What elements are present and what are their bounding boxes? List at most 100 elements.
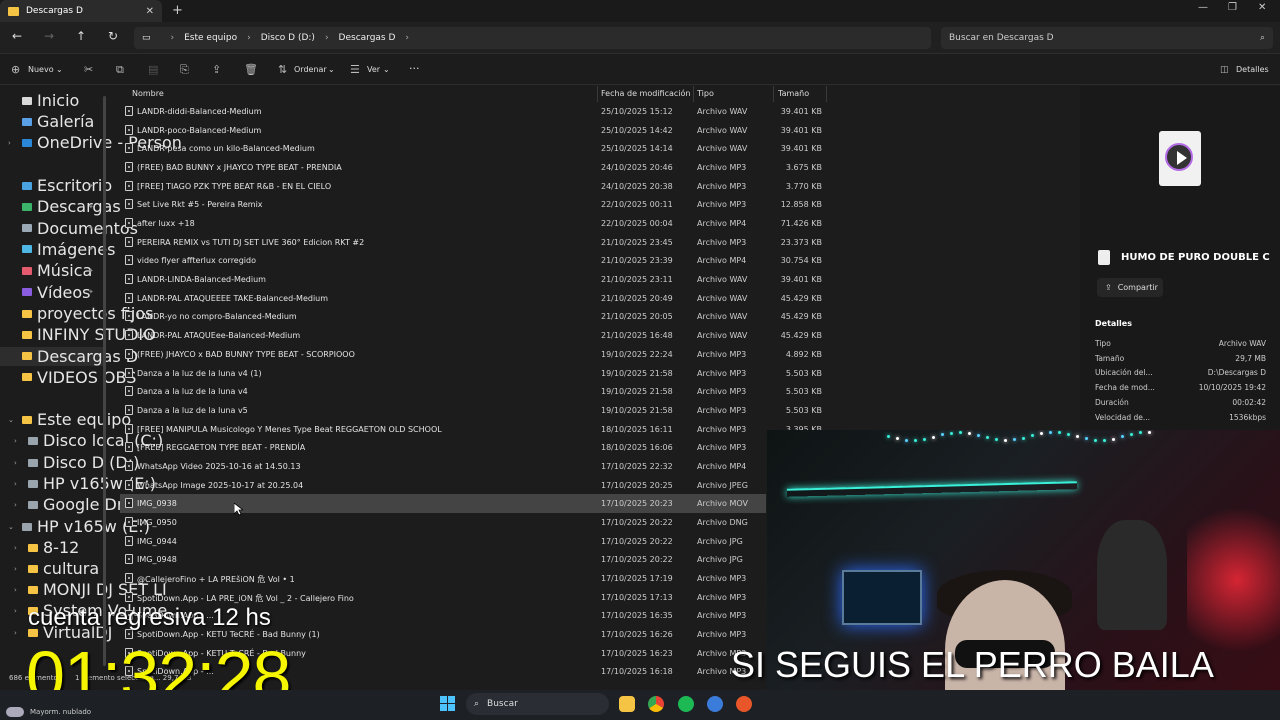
file-row[interactable]: LANDR-pesa como un kilo-Balanced-Medium 2… [120, 139, 822, 158]
cut-icon[interactable]: ✂ [84, 63, 93, 76]
file-row[interactable]: [FREE] MANIPULA Musicologo Y Menes Type … [120, 420, 822, 439]
more-options-icon[interactable]: ··· [409, 62, 420, 75]
column-type[interactable]: Tipo [697, 89, 714, 98]
breadcrumb-disco-d[interactable]: Disco D (D:) [261, 33, 315, 43]
close-tab-icon[interactable]: ✕ [146, 6, 154, 17]
sidebar-item[interactable]: Documentos ✦ [0, 219, 138, 238]
chevron-right-icon[interactable]: › [14, 565, 17, 573]
chevron-down-icon[interactable]: ⌄ [328, 65, 335, 74]
sort-button[interactable]: Ordenar [294, 65, 327, 74]
sidebar-scrollbar[interactable] [103, 96, 106, 666]
weather-widget[interactable]: Mayorm. nublado [6, 693, 91, 717]
file-row[interactable]: PEREIRA REMIX vs TUTI DJ SET LIVE 360° E… [120, 233, 822, 252]
pin-icon[interactable]: ✦ [88, 245, 94, 253]
new-button[interactable]: Nuevo [28, 65, 54, 74]
sidebar-item[interactable]: Escritorio ✦ [0, 176, 112, 195]
delete-icon[interactable]: 🗑 [244, 63, 258, 76]
sidebar-item[interactable]: Descargas ✦ [0, 197, 121, 216]
pin-icon[interactable]: ✦ [88, 182, 94, 190]
pin-icon[interactable]: ✦ [88, 203, 94, 211]
address-bar[interactable]: ▭ › Este equipo › Disco D (D:) › Descarg… [134, 27, 931, 49]
file-row[interactable]: IMG_0948 17/10/2025 20:22 Archivo JPG [120, 550, 766, 569]
sidebar-item[interactable]: Inicio [0, 91, 106, 110]
sidebar-item[interactable]: proyectos fijos [0, 304, 153, 323]
chevron-down-icon[interactable]: ⌄ [383, 65, 390, 74]
sidebar-item[interactable]: Descargas D [0, 346, 138, 366]
file-row[interactable]: @CallejeroFino + LA PREšiON 危 Vol • 1 17/… [120, 569, 766, 588]
refresh-icon[interactable]: ↻ [104, 29, 122, 43]
chevron-right-icon[interactable]: › [14, 480, 17, 488]
sidebar-item[interactable]: › OneDrive - Person [0, 133, 182, 152]
chevron-right-icon[interactable]: › [14, 437, 17, 445]
breadcrumb-este-equipo[interactable]: Este equipo [184, 33, 237, 43]
spotify-icon[interactable] [678, 696, 694, 712]
sidebar-item[interactable]: VIDEOS OBS [0, 368, 136, 387]
chevron-down-icon[interactable]: ⌄ [8, 523, 14, 531]
file-row[interactable]: LANDR-PAL ATAQUEee-Balanced-Medium 21/10/… [120, 326, 822, 345]
chevron-right-icon[interactable]: › [14, 607, 17, 615]
column-divider[interactable] [597, 86, 598, 102]
minimize-icon[interactable]: — [1198, 2, 1208, 13]
sidebar-item[interactable]: Galería [0, 112, 106, 131]
file-row[interactable]: Danza a la luz de la luna v5 19/10/2025 2… [120, 401, 822, 420]
search-input[interactable]: Buscar en Descargas D ⌕ [941, 27, 1273, 49]
rename-icon[interactable]: ⎘ [180, 63, 189, 77]
maximize-icon[interactable]: ❐ [1228, 2, 1237, 13]
chevron-right-icon[interactable]: › [14, 459, 17, 467]
tab-descargas[interactable]: Descargas D ✕ [0, 0, 162, 22]
file-row[interactable]: Danza a la luz de la luna v4 19/10/2025 2… [120, 382, 822, 401]
sidebar-item[interactable]: › Google Drive (G [0, 495, 171, 514]
column-name[interactable]: Nombre [132, 89, 164, 98]
column-divider[interactable] [773, 86, 774, 102]
sidebar-item[interactable]: › cultura [0, 559, 106, 578]
file-explorer-icon[interactable] [619, 696, 635, 712]
chevron-right-icon[interactable]: › [14, 586, 17, 594]
share-icon[interactable]: ⇪ [212, 63, 221, 76]
column-size[interactable]: Tamaño [778, 89, 809, 98]
file-row[interactable]: IMG_0938 17/10/2025 20:23 Archivo MOV [120, 494, 766, 514]
chevron-right-icon[interactable]: › [8, 139, 11, 147]
details-button[interactable]: Detalles [1236, 65, 1269, 74]
chevron-down-icon[interactable]: ⌄ [56, 65, 63, 74]
file-row[interactable]: [FREE] REGGAETON TYPE BEAT - PRENDÍA 18/1… [120, 438, 766, 457]
sidebar-item[interactable]: ⌄ Este equipo [0, 410, 131, 429]
pin-icon[interactable]: ✦ [88, 224, 94, 232]
file-row[interactable]: WhatsApp Image 2025-10-17 at 20.25.04 17/… [120, 476, 766, 495]
sidebar-item[interactable]: › Disco local (C:) [0, 431, 163, 450]
chevron-right-icon[interactable]: › [14, 629, 17, 637]
forward-icon[interactable]: → [40, 29, 58, 43]
new-tab-button[interactable]: + [172, 3, 183, 18]
file-row[interactable]: (FREE) JHAYCO x BAD BUNNY TYPE BEAT - SC… [120, 345, 822, 364]
sidebar-item[interactable]: › HP v165w (E:) [0, 474, 156, 493]
up-icon[interactable]: ↑ [72, 29, 90, 43]
file-row[interactable]: LANDR-LINDA-Balanced-Medium 21/10/2025 23… [120, 270, 822, 289]
file-row[interactable]: [FREE] TIAGO PZK TYPE BEAT R&B - EN EL C… [120, 177, 822, 196]
file-row[interactable]: LANDR-PAL ATAQUEEEE TAKE-Balanced-Medium… [120, 289, 822, 308]
file-row[interactable]: LANDR-yo no compro-Balanced-Medium 21/10/… [120, 307, 822, 326]
chevron-down-icon[interactable]: ⌄ [8, 416, 14, 424]
breadcrumb-descargas-d[interactable]: Descargas D [339, 33, 396, 43]
file-row[interactable]: after luxx +18 22/10/2025 00:04 Archivo MP… [120, 214, 822, 233]
column-divider[interactable] [693, 86, 694, 102]
file-row[interactable]: Set Live Rkt #5 - Pereira Remix 22/10/202… [120, 195, 822, 214]
windows-start-icon[interactable] [440, 696, 456, 712]
file-row[interactable]: WhatsApp Video 2025-10-16 at 14.50.13 17/… [120, 457, 766, 476]
sidebar-item[interactable]: ›MONJI DJ SET LI [0, 580, 167, 599]
column-date[interactable]: Fecha de modificación [601, 89, 690, 98]
taskbar-search[interactable]: ⌕ Buscar [466, 693, 609, 715]
app-icon[interactable] [736, 696, 752, 712]
sidebar-item[interactable]: INFINY STUDIO [0, 325, 156, 344]
sidebar-item[interactable]: Música ✦ [0, 261, 106, 280]
sidebar-item[interactable]: › 8-12 [0, 538, 106, 557]
view-button[interactable]: Ver [367, 65, 380, 74]
pin-icon[interactable]: ✦ [88, 267, 94, 275]
file-row[interactable]: IMG_0950 17/10/2025 20:22 Archivo DNG [120, 513, 766, 532]
back-icon[interactable]: ← [8, 29, 26, 43]
paste-icon[interactable]: ▤ [148, 63, 158, 76]
sidebar-item[interactable]: Imágenes ✦ [0, 240, 115, 259]
sidebar-item[interactable]: Vídeos ✦ [0, 283, 106, 302]
chrome-icon[interactable] [648, 696, 664, 712]
file-row[interactable]: Danza a la luz de la luna v4 (1) 19/10/20… [120, 364, 822, 383]
file-row[interactable]: IMG_0944 17/10/2025 20:22 Archivo JPG [120, 532, 766, 551]
file-row[interactable]: (FREE) BAD BUNNY x JHAYCO TYPE BEAT - PR… [120, 158, 822, 177]
